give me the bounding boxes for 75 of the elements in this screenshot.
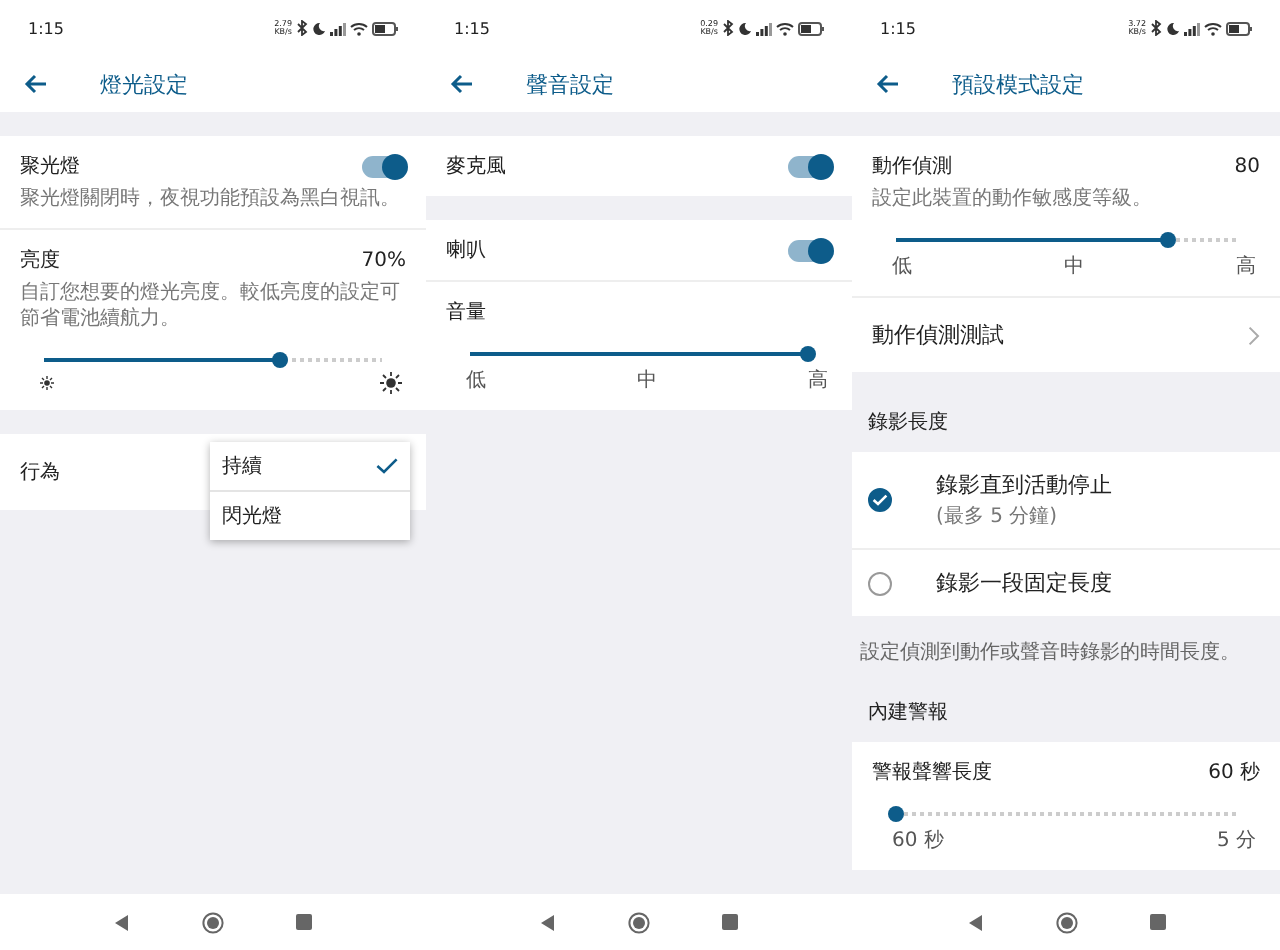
screen-title: 預設模式設定 — [952, 69, 1084, 99]
setting-label: 警報聲響長度 — [872, 759, 992, 786]
setting-value: 70% — [361, 249, 406, 271]
wifi-icon — [776, 21, 794, 35]
back-arrow-icon[interactable] — [876, 74, 900, 94]
setting-label: 行為 — [20, 460, 60, 486]
wifi-icon — [1204, 21, 1222, 35]
status-time: 1:15 — [880, 19, 916, 37]
setting-description: 聚光燈關閉時，夜視功能預設為黑白視訊。 — [20, 186, 402, 212]
scale-label: 高 — [808, 367, 828, 394]
signal-icon — [756, 21, 772, 35]
back-icon[interactable] — [114, 913, 130, 931]
bluetooth-icon — [1150, 20, 1162, 36]
setting-label: 喇叭 — [446, 237, 486, 264]
section-note: 設定偵測到動作或聲音時錄影的時間長度。 — [858, 640, 1242, 668]
recents-icon[interactable] — [1149, 914, 1165, 930]
radio-button[interactable] — [868, 571, 892, 595]
radio-button[interactable] — [868, 488, 892, 512]
slider-thumb[interactable] — [800, 346, 816, 362]
slider-thumb[interactable] — [272, 352, 289, 368]
section-header: 錄影長度 — [866, 409, 950, 438]
scale-label: 低 — [466, 368, 486, 394]
toggle-switch[interactable] — [788, 239, 832, 261]
large-sun-icon — [380, 372, 402, 394]
slider-thumb[interactable] — [888, 806, 904, 822]
option-label: 錄影直到活動停止 — [936, 470, 1112, 500]
battery-icon — [798, 21, 824, 35]
scale-label: 5 分 — [1216, 828, 1256, 854]
option-label: 錄影一段固定長度 — [936, 568, 1112, 598]
setting-label: 聚光燈 — [20, 153, 80, 180]
back-icon[interactable] — [540, 913, 556, 931]
signal-icon — [1184, 21, 1200, 35]
screen-title: 燈光設定 — [100, 69, 188, 99]
setting-value: 80 — [1234, 155, 1260, 177]
scale-label: 高 — [1236, 253, 1256, 280]
slider-thumb[interactable] — [1160, 232, 1176, 248]
section-header: 內建警報 — [866, 699, 950, 728]
setting-label: 亮度 — [20, 247, 60, 274]
setting-description: 自訂您想要的燈光亮度。較低亮度的設定可節省電池續航力。 — [20, 280, 402, 332]
setting-label: 動作偵測 — [872, 153, 952, 180]
status-time: 1:15 — [28, 19, 64, 37]
menu-option[interactable]: 閃光燈 — [210, 492, 410, 540]
setting-label: 麥克風 — [446, 153, 506, 180]
chevron-right-icon — [1248, 325, 1260, 345]
battery-icon — [372, 21, 398, 35]
scale-label: 60 秒 — [892, 827, 944, 854]
bluetooth-icon — [296, 20, 308, 36]
scale-label: 中 — [637, 367, 657, 394]
setting-value: 60 秒 — [1208, 759, 1260, 786]
menu-row[interactable]: 動作偵測測試 — [852, 298, 1280, 372]
toggle-switch[interactable] — [788, 155, 832, 177]
toggle-switch[interactable] — [362, 155, 406, 177]
scale-label: 中 — [1064, 253, 1084, 280]
home-icon[interactable] — [628, 911, 650, 933]
moon-icon — [1166, 21, 1180, 35]
screen-title: 聲音設定 — [526, 69, 614, 99]
battery-icon — [1226, 21, 1252, 35]
moon-icon — [312, 21, 326, 35]
option-hint: (最多 5 分鐘) — [936, 504, 1060, 530]
bluetooth-icon — [722, 20, 734, 36]
home-icon[interactable] — [202, 911, 224, 933]
scale-label: 低 — [892, 254, 912, 280]
status-time: 1:15 — [454, 19, 490, 37]
signal-icon — [330, 21, 346, 35]
moon-icon — [738, 21, 752, 35]
small-sun-icon — [40, 376, 54, 390]
menu-option[interactable]: 持續 — [210, 442, 410, 492]
back-icon[interactable] — [967, 913, 983, 931]
setting-description: 設定此裝置的動作敏感度等級。 — [872, 186, 1154, 212]
home-icon[interactable] — [1055, 911, 1077, 933]
back-arrow-icon[interactable] — [24, 74, 48, 94]
setting-label: 音量 — [446, 299, 486, 326]
back-arrow-icon[interactable] — [450, 74, 474, 94]
wifi-icon — [350, 21, 368, 35]
checkmark-icon — [376, 458, 398, 474]
